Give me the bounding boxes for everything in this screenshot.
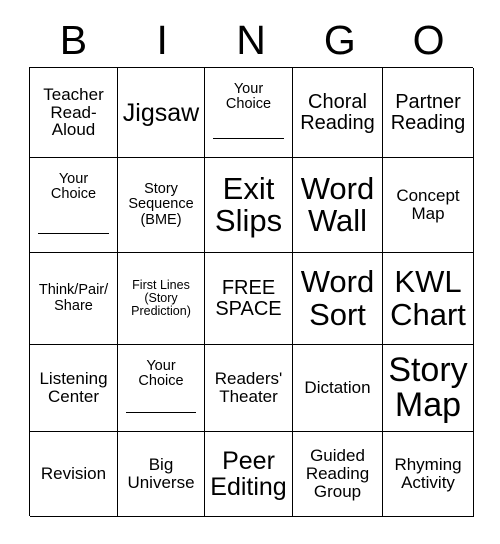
bingo-cell-label: Word Sort [300, 264, 375, 332]
bingo-cell-label: Teacher Read- Aloud [43, 84, 104, 140]
write-in-line [37, 233, 110, 234]
bingo-cell-r1c4[interactable]: Choral Reading [293, 68, 383, 158]
write-in-line [125, 412, 197, 413]
bingo-cell-r4c5[interactable]: Story Map [383, 345, 474, 432]
bingo-cell-label: Rhyming Activity [394, 455, 462, 492]
bingo-cell-r3c5[interactable]: KWL Chart [383, 253, 474, 345]
bingo-header-letter-b: B [59, 17, 88, 63]
bingo-cell-r1c2[interactable]: Jigsaw [118, 68, 205, 158]
bingo-cell-label: Peer Editing [210, 447, 287, 501]
bingo-cell-label: Story Map [388, 350, 468, 424]
bingo-header: BINGO [29, 14, 473, 66]
bingo-cell-label: Your Choice [225, 81, 272, 113]
bingo-cell-r1c3[interactable]: Your Choice [205, 68, 293, 158]
bingo-cell-label: FREE SPACE [215, 276, 282, 320]
bingo-cell-r5c3[interactable]: Peer Editing [205, 432, 293, 517]
bingo-cell-label: Your Choice [138, 358, 184, 390]
bingo-cell-r2c5[interactable]: Concept Map [383, 158, 474, 253]
bingo-cell-label: First Lines (Story Prediction) [131, 278, 191, 318]
bingo-cell-label: Think/Pair/ Share [38, 282, 109, 314]
bingo-cell-r2c2[interactable]: Story Sequence (BME) [118, 158, 205, 253]
bingo-cell-r2c1[interactable]: Your Choice [30, 158, 118, 253]
bingo-header-letter-n: N [236, 17, 266, 63]
bingo-cell-label: Choral Reading [300, 90, 375, 134]
bingo-cell-r5c2[interactable]: Big Universe [118, 432, 205, 517]
bingo-cell-label: Partner Reading [390, 90, 466, 134]
bingo-cell-label: Listening Center [39, 369, 108, 406]
bingo-cell-r5c1[interactable]: Revision [30, 432, 118, 517]
bingo-cell-r4c1[interactable]: Listening Center [30, 345, 118, 432]
bingo-cell-r1c5[interactable]: Partner Reading [383, 68, 474, 158]
bingo-cell-r4c4[interactable]: Dictation [293, 345, 383, 432]
write-in-line [212, 138, 285, 139]
bingo-cell-label: Dictation [304, 378, 371, 398]
bingo-cell-r2c3[interactable]: Exit Slips [205, 158, 293, 253]
bingo-cell-label: Guided Reading Group [305, 446, 370, 501]
bingo-cell-r1c1[interactable]: Teacher Read- Aloud [30, 68, 118, 158]
bingo-cell-label: Big Universe [127, 455, 195, 492]
bingo-cell-r3c4[interactable]: Word Sort [293, 253, 383, 345]
bingo-header-letter-i: I [156, 17, 168, 63]
bingo-grid: Teacher Read- Aloud Jigsaw Your Choice Chor… [29, 67, 474, 517]
bingo-cell-r5c5[interactable]: Rhyming Activity [383, 432, 474, 517]
bingo-cell-label: Word Wall [300, 170, 375, 238]
bingo-cell-label: Concept Map [396, 186, 460, 223]
bingo-cell-r5c4[interactable]: Guided Reading Group [293, 432, 383, 517]
bingo-cell-label: Revision [40, 464, 107, 484]
bingo-header-letter-o: O [412, 17, 445, 63]
bingo-card: B I N G O Teacher Read- Aloud Jigsaw Your Choi… [0, 0, 500, 544]
bingo-cell-label: Story Sequence (BME) [128, 181, 194, 228]
bingo-cell-label: Exit Slips [214, 170, 283, 238]
bingo-cell-r3c2[interactable]: First Lines (Story Prediction) [118, 253, 205, 345]
bingo-cell-r4c2[interactable]: Your Choice [118, 345, 205, 432]
bingo-cell-r3c1[interactable]: Think/Pair/ Share [30, 253, 118, 345]
bingo-cell-label: Readers' Theater [214, 369, 283, 406]
bingo-cell-r3c3[interactable]: FREE SPACE [205, 253, 293, 345]
bingo-cell-label: Your Choice [50, 171, 97, 203]
bingo-cell-label: KWL Chart [390, 264, 466, 332]
bingo-cell-r2c4[interactable]: Word Wall [293, 158, 383, 253]
bingo-header-letter-g: G [323, 17, 356, 63]
bingo-cell-r4c3[interactable]: Readers' Theater [205, 345, 293, 432]
bingo-cell-label: Jigsaw [122, 98, 200, 127]
